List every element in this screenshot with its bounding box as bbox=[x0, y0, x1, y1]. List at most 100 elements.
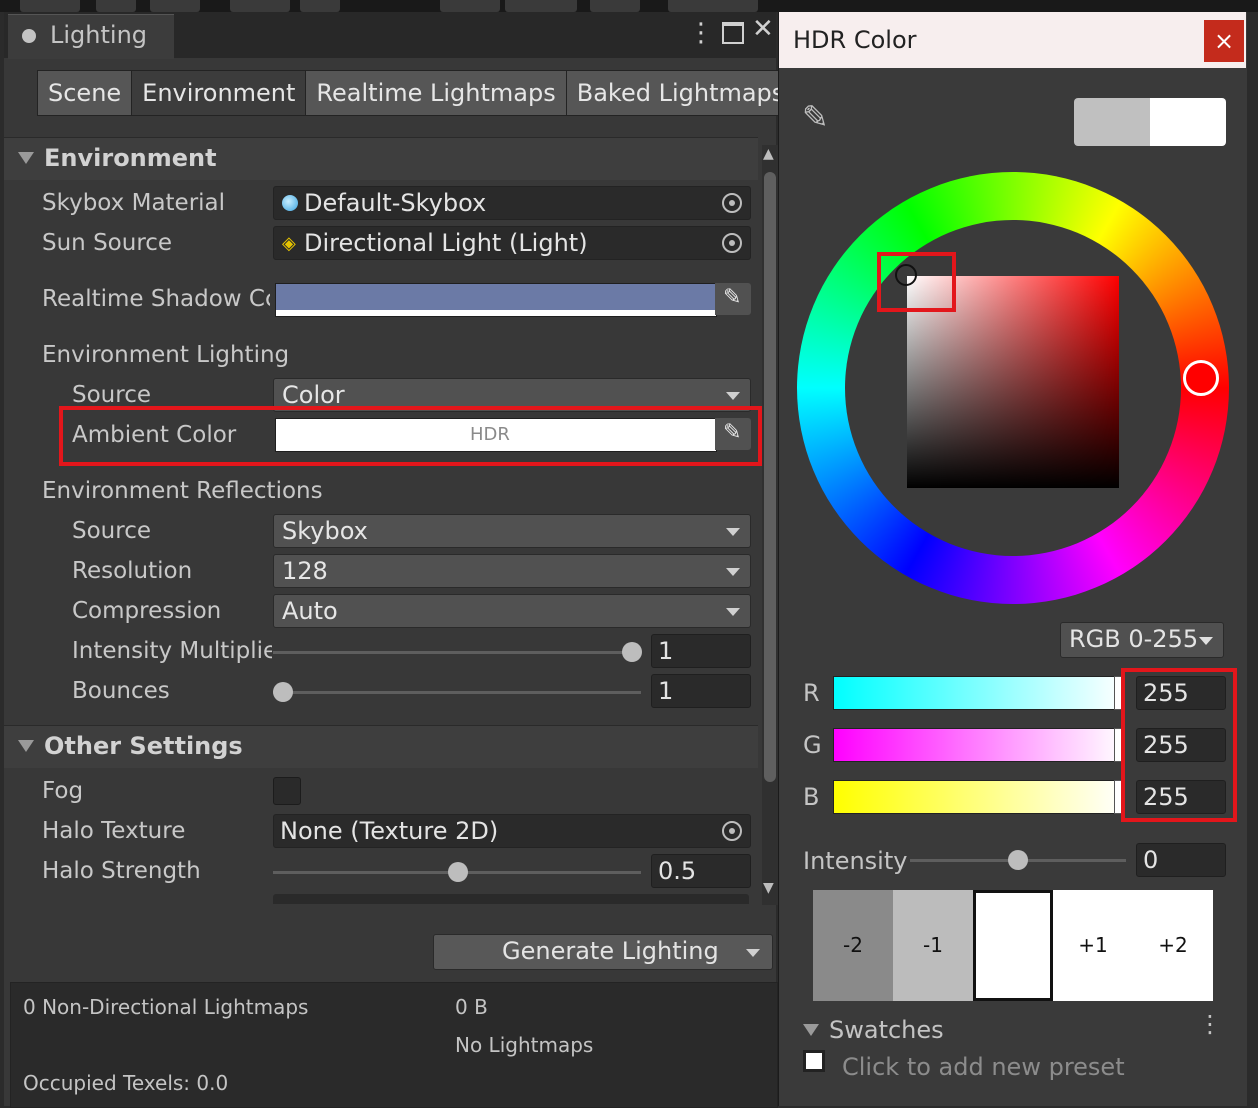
resolution-label: Resolution bbox=[72, 558, 193, 584]
more-options-icon[interactable]: ⋮ bbox=[1198, 1010, 1222, 1038]
lighting-tab-title: Lighting bbox=[50, 21, 148, 49]
toolbar-tool-button[interactable] bbox=[20, 0, 80, 12]
scroll-down-icon[interactable]: ▼ bbox=[763, 880, 774, 896]
scrollbar-thumb[interactable] bbox=[764, 172, 776, 782]
exposure-preset-plus2[interactable]: +2 bbox=[1133, 890, 1213, 1001]
bounces-label: Bounces bbox=[72, 678, 170, 704]
highlight-box bbox=[59, 406, 762, 466]
reflection-source-label: Source bbox=[72, 518, 151, 544]
bounces-value: 1 bbox=[658, 677, 674, 705]
intensity-input[interactable]: 0 bbox=[1136, 843, 1226, 877]
section-title: Environment bbox=[44, 144, 217, 172]
resolution-dropdown[interactable]: 128 bbox=[273, 554, 751, 588]
toolbar-tool-button[interactable] bbox=[300, 0, 340, 12]
toolbar-tool-button[interactable] bbox=[96, 0, 136, 12]
exposure-preset-minus1[interactable]: -1 bbox=[893, 890, 973, 1001]
channel-b-label: B bbox=[803, 783, 820, 811]
chevron-down-icon bbox=[1199, 637, 1213, 645]
compression-dropdown[interactable]: Auto bbox=[273, 594, 751, 628]
hdr-color-titlebar: HDR Color bbox=[779, 12, 1246, 68]
previous-color-swatch[interactable] bbox=[1074, 98, 1150, 146]
skybox-material-label: Skybox Material bbox=[42, 190, 226, 216]
chevron-down-icon[interactable] bbox=[746, 949, 760, 957]
exposure-preset-current[interactable] bbox=[973, 890, 1053, 1001]
bounces-slider-track[interactable] bbox=[273, 691, 641, 694]
halo-strength-input[interactable]: 0.5 bbox=[651, 854, 751, 888]
maximize-icon[interactable] bbox=[722, 22, 744, 44]
bounces-input[interactable]: 1 bbox=[651, 674, 751, 708]
environment-section-header[interactable]: Environment bbox=[4, 137, 758, 180]
eyedropper-button[interactable]: ✎ bbox=[715, 283, 751, 315]
object-picker-icon[interactable] bbox=[722, 821, 742, 841]
skybox-material-field[interactable]: Default-Skybox bbox=[273, 186, 751, 220]
other-settings-section-header[interactable]: Other Settings bbox=[4, 725, 758, 768]
tab-realtime-lightmaps[interactable]: Realtime Lightmaps bbox=[305, 70, 567, 116]
tab-environment[interactable]: Environment bbox=[131, 70, 307, 116]
fog-checkbox[interactable] bbox=[273, 777, 301, 805]
close-button[interactable]: × bbox=[1204, 20, 1244, 62]
channel-b-slider[interactable] bbox=[833, 780, 1125, 814]
reflection-source-dropdown[interactable]: Skybox bbox=[273, 514, 751, 548]
tab-scene[interactable]: Scene bbox=[37, 70, 133, 116]
close-icon[interactable]: ✕ bbox=[752, 14, 774, 44]
window-title: HDR Color bbox=[793, 26, 917, 54]
gizmos-button[interactable] bbox=[505, 0, 577, 12]
eyedropper-icon: ✎ bbox=[723, 285, 742, 310]
foldout-arrow-icon bbox=[18, 152, 34, 164]
exposure-preset-minus2[interactable]: -2 bbox=[813, 890, 893, 1001]
scene-search-field[interactable] bbox=[668, 0, 758, 12]
compression-label: Compression bbox=[72, 598, 222, 624]
lightmap-stats-panel: 0 Non-Directional Lightmaps 0 B No Light… bbox=[10, 982, 778, 1108]
environment-lighting-header: Environment Lighting bbox=[42, 342, 290, 368]
scroll-up-icon[interactable]: ▲ bbox=[763, 146, 774, 162]
lighting-source-value: Color bbox=[282, 381, 345, 409]
intensity-slider-handle[interactable] bbox=[1008, 850, 1028, 870]
foldout-arrow-icon bbox=[803, 1024, 819, 1036]
sun-source-field[interactable]: ◈ Directional Light (Light) bbox=[273, 226, 751, 260]
realtime-shadow-color-field[interactable] bbox=[275, 283, 717, 317]
intensity-multiplier-value: 1 bbox=[658, 637, 674, 665]
channel-r-slider[interactable] bbox=[833, 676, 1125, 710]
intensity-multiplier-slider-track[interactable] bbox=[273, 651, 641, 654]
add-preset-swatch[interactable] bbox=[803, 1050, 825, 1072]
color-mode-dropdown[interactable]: RGB 0-255 bbox=[1060, 622, 1224, 658]
exposure-preset-plus1[interactable]: +1 bbox=[1053, 890, 1133, 1001]
toolbar-tool-button[interactable] bbox=[150, 0, 200, 12]
intensity-multiplier-slider-handle[interactable] bbox=[622, 642, 642, 662]
non-directional-lightmaps: 0 Non-Directional Lightmaps bbox=[23, 995, 309, 1019]
no-lightmaps-text: No Lightmaps bbox=[455, 1033, 594, 1057]
channel-g-slider[interactable] bbox=[833, 728, 1125, 762]
bounces-slider-handle[interactable] bbox=[273, 682, 293, 702]
fog-label: Fog bbox=[42, 778, 84, 804]
chevron-down-icon bbox=[726, 528, 740, 536]
skybox-material-value: Default-Skybox bbox=[304, 189, 487, 217]
object-picker-icon[interactable] bbox=[722, 193, 742, 213]
toolbar-tool-button[interactable] bbox=[440, 0, 500, 12]
exposure-presets: -2 -1 +1 +2 bbox=[813, 890, 1213, 1001]
chevron-down-icon bbox=[726, 392, 740, 400]
occupied-texels: Occupied Texels: 0.0 bbox=[23, 1071, 229, 1095]
toolbar-add-button[interactable] bbox=[590, 0, 640, 12]
highlight-box bbox=[877, 252, 956, 312]
lighting-window-tab[interactable]: Lighting bbox=[8, 14, 174, 59]
halo-strength-slider-handle[interactable] bbox=[448, 862, 468, 882]
swatches-foldout[interactable]: Swatches bbox=[803, 1016, 1223, 1046]
add-preset-label[interactable]: Click to add new preset bbox=[842, 1053, 1125, 1081]
eyedropper-icon[interactable]: ✎ bbox=[802, 98, 829, 136]
halo-strength-label: Halo Strength bbox=[42, 858, 201, 884]
toolbar-tool-button[interactable] bbox=[230, 0, 290, 12]
chevron-down-icon bbox=[726, 608, 740, 616]
lightmap-size: 0 B bbox=[455, 995, 488, 1019]
highlight-box bbox=[1121, 668, 1237, 822]
object-picker-icon[interactable] bbox=[722, 233, 742, 253]
halo-texture-field[interactable]: None (Texture 2D) bbox=[273, 814, 751, 848]
tab-baked-lightmaps[interactable]: Baked Lightmaps bbox=[565, 70, 796, 116]
intensity-multiplier-input[interactable]: 1 bbox=[651, 634, 751, 668]
section-title: Other Settings bbox=[44, 732, 243, 760]
sun-source-label: Sun Source bbox=[42, 230, 173, 256]
intensity-label: Intensity bbox=[803, 847, 908, 875]
hue-handle[interactable] bbox=[1183, 360, 1219, 396]
generate-lighting-button[interactable]: Generate Lighting bbox=[433, 934, 773, 970]
clipped-row bbox=[273, 894, 749, 904]
more-options-icon[interactable]: ⋮ bbox=[688, 18, 714, 48]
